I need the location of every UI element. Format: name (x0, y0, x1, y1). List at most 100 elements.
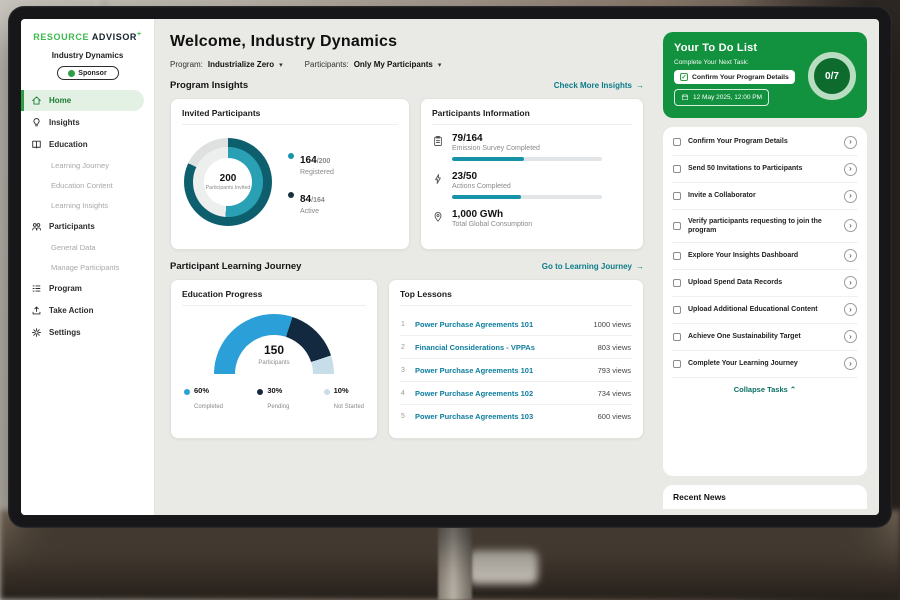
sidebar-item-participants[interactable]: Participants (21, 216, 154, 237)
checkbox-icon[interactable] (673, 138, 681, 146)
sidebar-item-program[interactable]: Program (21, 278, 154, 299)
participants-filter-dropdown[interactable]: Participants: Only My Participants ▾ (305, 60, 442, 69)
todo-column: Your To Do List Complete Your Next Task:… (657, 19, 879, 515)
legend-dot (288, 153, 294, 159)
task-row[interactable]: Upload Spend Data Records › (672, 270, 858, 297)
collapse-tasks-link[interactable]: Collapse Tasks ⌃ (672, 378, 858, 397)
sidebar-item-general-data[interactable]: General Data (21, 238, 154, 257)
sidebar-item-education-content[interactable]: Education Content (21, 176, 154, 195)
chevron-right-icon[interactable]: › (844, 303, 857, 316)
section-title: Program Insights (170, 80, 248, 91)
invited-donut-chart: 200 Participants Invited (184, 138, 272, 226)
filters-row: Program: Industrialize Zero ▾ Participan… (170, 60, 644, 69)
task-row[interactable]: Confirm Your Program Details › (672, 129, 858, 156)
sidebar-item-label: Settings (49, 328, 81, 337)
task-row[interactable]: Explore Your Insights Dashboard › (672, 243, 858, 270)
sidebar-item-label: Learning Insights (51, 201, 108, 210)
chevron-right-icon[interactable]: › (844, 330, 857, 343)
sidebar-item-manage-participants[interactable]: Manage Participants (21, 258, 154, 277)
sidebar-item-home[interactable]: Home (21, 90, 144, 111)
legend-pct: 60% (194, 386, 223, 395)
task-row[interactable]: Complete Your Learning Journey › (672, 351, 858, 378)
sidebar-item-label: Education (49, 140, 88, 149)
task-label: Upload Spend Data Records (688, 278, 837, 287)
task-label: Upload Additional Educational Content (688, 305, 837, 314)
next-task-pill[interactable]: ✓ Confirm Your Program Details (674, 70, 795, 84)
sidebar-item-label: Take Action (49, 306, 93, 315)
chevron-right-icon[interactable]: › (844, 219, 857, 232)
book-icon (31, 139, 42, 150)
donut-center-value: 200 (220, 173, 237, 184)
legend-dot (257, 389, 263, 395)
sidebar-item-education[interactable]: Education (21, 134, 154, 155)
sidebar-item-take-action[interactable]: Take Action (21, 300, 154, 321)
checkbox-icon[interactable] (673, 192, 681, 200)
clipboard-icon (432, 134, 444, 146)
legend-label: Completed (194, 404, 223, 410)
info-value: 1,000 GWh (452, 209, 532, 220)
lesson-views: 600 views (598, 412, 631, 421)
sidebar-item-insights[interactable]: Insights (21, 112, 154, 133)
section-title: Participant Learning Journey (170, 261, 301, 272)
top-lessons-card: Top Lessons 1 Power Purchase Agreements … (388, 279, 644, 439)
chevron-right-icon[interactable]: › (844, 357, 857, 370)
sidebar-item-label: Manage Participants (51, 263, 119, 272)
next-task-label: Confirm Your Program Details (692, 74, 789, 81)
checkbox-icon[interactable] (673, 222, 681, 230)
sidebar-item-learning-journey[interactable]: Learning Journey (21, 156, 154, 175)
legend-dot (324, 389, 330, 395)
recent-news-title: Recent News (673, 492, 726, 502)
checkbox-icon[interactable] (673, 306, 681, 314)
check-more-insights-link[interactable]: Check More Insights → (554, 81, 644, 90)
go-to-learning-journey-link[interactable]: Go to Learning Journey → (542, 262, 644, 271)
lesson-views: 793 views (598, 366, 631, 375)
caret-up-icon: ⌃ (790, 385, 796, 394)
legend-total: /200 (317, 158, 331, 165)
chevron-right-icon[interactable]: › (844, 163, 857, 176)
task-row[interactable]: Invite a Collaborator › (672, 183, 858, 210)
checkbox-icon[interactable] (673, 279, 681, 287)
program-filter-dropdown[interactable]: Program: Industrialize Zero ▾ (170, 60, 283, 69)
task-row[interactable]: Upload Additional Educational Content › (672, 297, 858, 324)
chevron-right-icon[interactable]: › (844, 249, 857, 262)
lesson-row: 4 Power Purchase Agreements 102 734 view… (400, 382, 632, 405)
invited-legend: 164/200 Registered 84/164 Active (288, 150, 334, 215)
sidebar-item-label: Home (49, 96, 71, 105)
checkbox-icon[interactable] (673, 165, 681, 173)
survey-progress-fill (452, 157, 524, 161)
logo-advisor: ADVISOR (92, 32, 137, 42)
lesson-row: 3 Power Purchase Agreements 101 793 view… (400, 359, 632, 382)
task-label: Explore Your Insights Dashboard (688, 251, 837, 260)
sidebar-nav: Home Insights Education Learning Journey… (21, 90, 154, 343)
checkbox-icon[interactable] (673, 360, 681, 368)
lesson-link[interactable]: Power Purchase Agreements 101 (415, 320, 586, 329)
lesson-link[interactable]: Power Purchase Agreements 103 (415, 412, 591, 421)
lesson-link[interactable]: Power Purchase Agreements 102 (415, 389, 591, 398)
recent-news-card[interactable]: Recent News (663, 485, 867, 509)
checkbox-icon[interactable] (673, 333, 681, 341)
task-row[interactable]: Achieve One Sustainability Target › (672, 324, 858, 351)
chevron-right-icon[interactable]: › (844, 190, 857, 203)
lesson-rank: 2 (401, 344, 408, 351)
chevron-right-icon[interactable]: › (844, 136, 857, 149)
sidebar-item-learning-insights[interactable]: Learning Insights (21, 196, 154, 215)
info-value: 79/164 (452, 133, 602, 144)
resource-advisor-logo: RESOURCE ADVISOR+ (21, 31, 154, 42)
legend-value: 164 (300, 155, 317, 166)
checkbox-icon[interactable] (673, 252, 681, 260)
lesson-link[interactable]: Financial Considerations - VPPAs (415, 343, 591, 352)
task-label: Complete Your Learning Journey (688, 359, 837, 368)
education-gauge-chart: 150 Participants (214, 314, 334, 376)
todo-progress-ring: 0/7 (808, 52, 856, 100)
task-row[interactable]: Send 50 Invitations to Participants › (672, 156, 858, 183)
collapse-label: Collapse Tasks (734, 385, 788, 394)
task-row[interactable]: Verify participants requesting to join t… (672, 210, 858, 243)
people-icon (31, 221, 42, 232)
sidebar-item-settings[interactable]: Settings (21, 322, 154, 343)
program-insights-header: Program Insights Check More Insights → (170, 80, 644, 91)
chevron-right-icon[interactable]: › (844, 276, 857, 289)
gauge-center: 150 Participants (214, 341, 334, 367)
lesson-link[interactable]: Power Purchase Agreements 101 (415, 366, 591, 375)
sponsor-badge[interactable]: Sponsor (57, 66, 119, 80)
arrow-right-icon: → (636, 81, 644, 90)
